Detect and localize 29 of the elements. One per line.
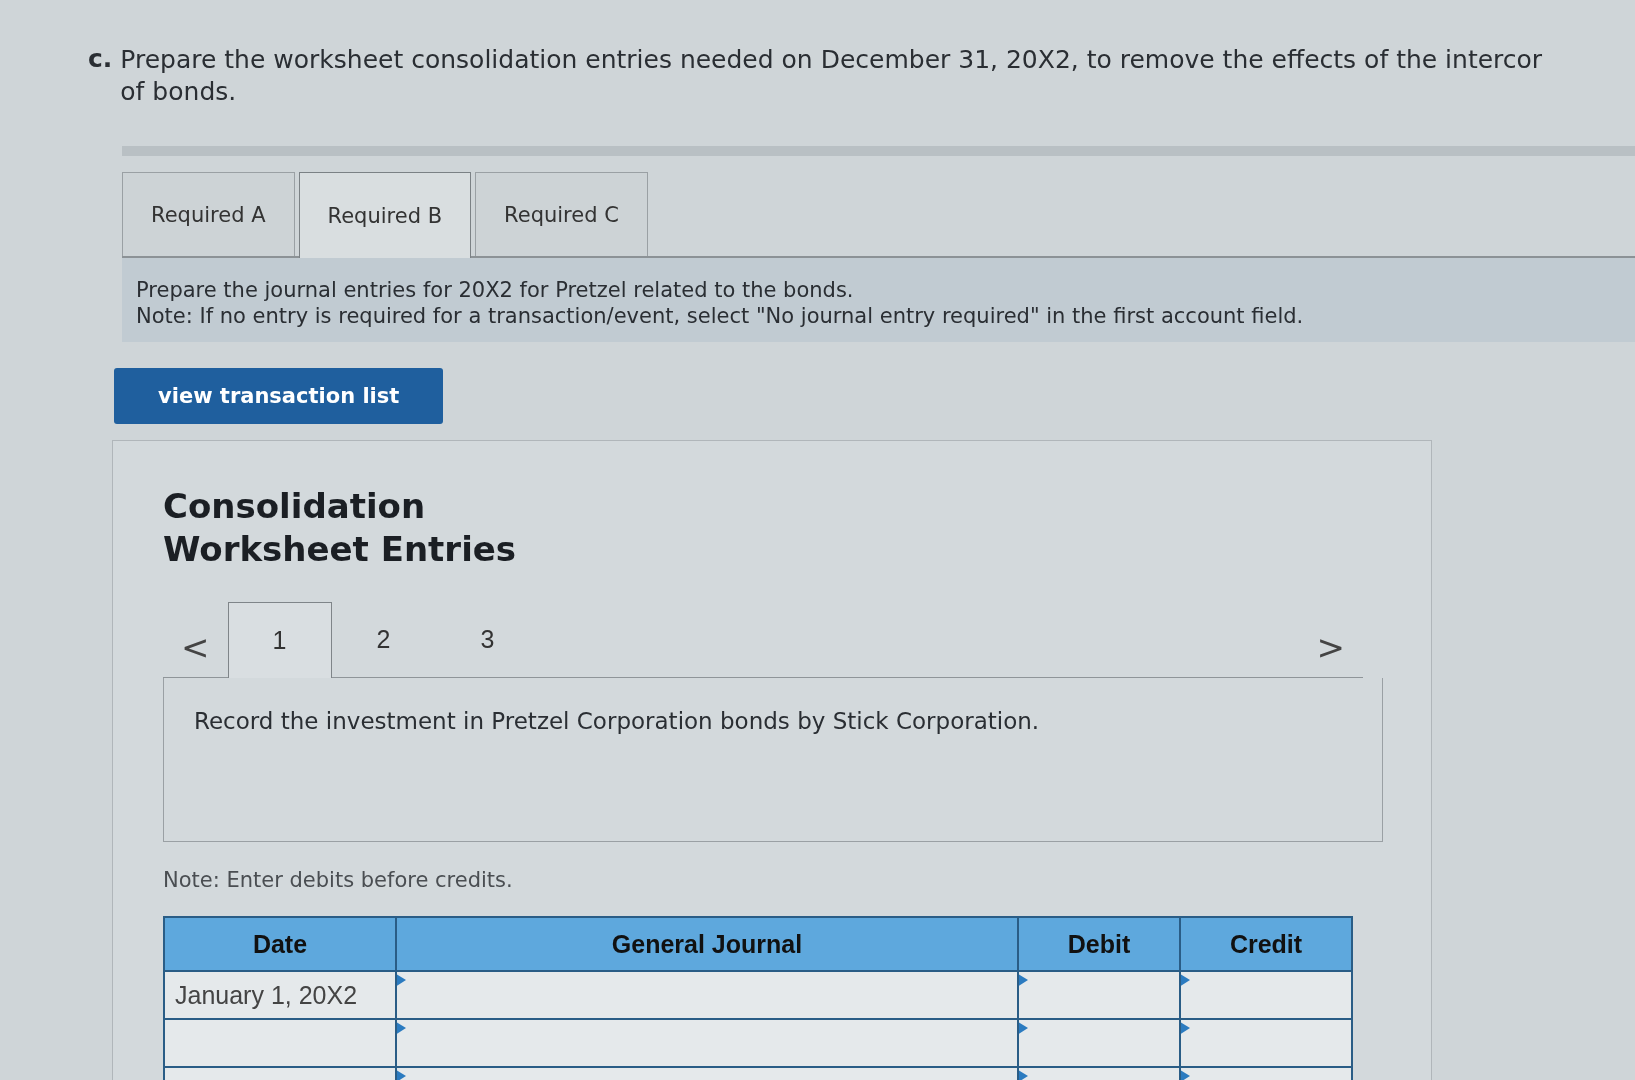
panel-title: Consolidation Worksheet Entries — [163, 485, 518, 571]
column-header: General Journal — [396, 917, 1018, 971]
entry-cell[interactable] — [1180, 971, 1352, 1019]
question-letter: c. — [88, 44, 113, 75]
tab[interactable]: Required B — [298, 172, 472, 258]
date-cell[interactable] — [164, 1019, 396, 1067]
question-text: Prepare the worksheet consolidation entries needed on December 31, 20X2, to remove the effects of the intercor — [120, 44, 1543, 76]
next-button[interactable]: > — [1298, 627, 1363, 677]
entry-cell[interactable] — [396, 1019, 1018, 1067]
tab[interactable]: Required A — [122, 172, 295, 256]
entry-cell[interactable] — [396, 971, 1018, 1019]
entry-cell[interactable] — [1018, 1019, 1180, 1067]
page-tab[interactable]: 3 — [435, 601, 540, 677]
previous-button[interactable]: < — [163, 627, 228, 677]
entry-cell[interactable] — [1018, 971, 1180, 1019]
entry-cell[interactable] — [1180, 1019, 1352, 1067]
column-header: Debit — [1018, 917, 1180, 971]
column-header: Date — [164, 917, 396, 971]
instruction-text: Note: If no entry is required for a transaction/event, select "No journal entry required" in the first account field. — [136, 304, 1305, 328]
page-tab[interactable]: 2 — [331, 601, 436, 677]
instruction-text: Prepare the journal entries for 20X2 for Pretzel related to the bonds. — [136, 278, 855, 302]
view-transaction-list-button[interactable]: view transaction list — [114, 368, 444, 424]
note-text: Note: Enter debits before credits. — [163, 868, 514, 892]
tab[interactable]: Required C — [475, 172, 648, 256]
entry-description: Record the investment in Pretzel Corporation bonds by Stick Corporation. — [194, 708, 1040, 734]
page-tab[interactable]: 1 — [227, 602, 332, 678]
question-text: of bonds. — [120, 76, 238, 108]
column-header: Credit — [1180, 917, 1352, 971]
date-cell[interactable]: January 1, 20X2 — [164, 971, 396, 1019]
